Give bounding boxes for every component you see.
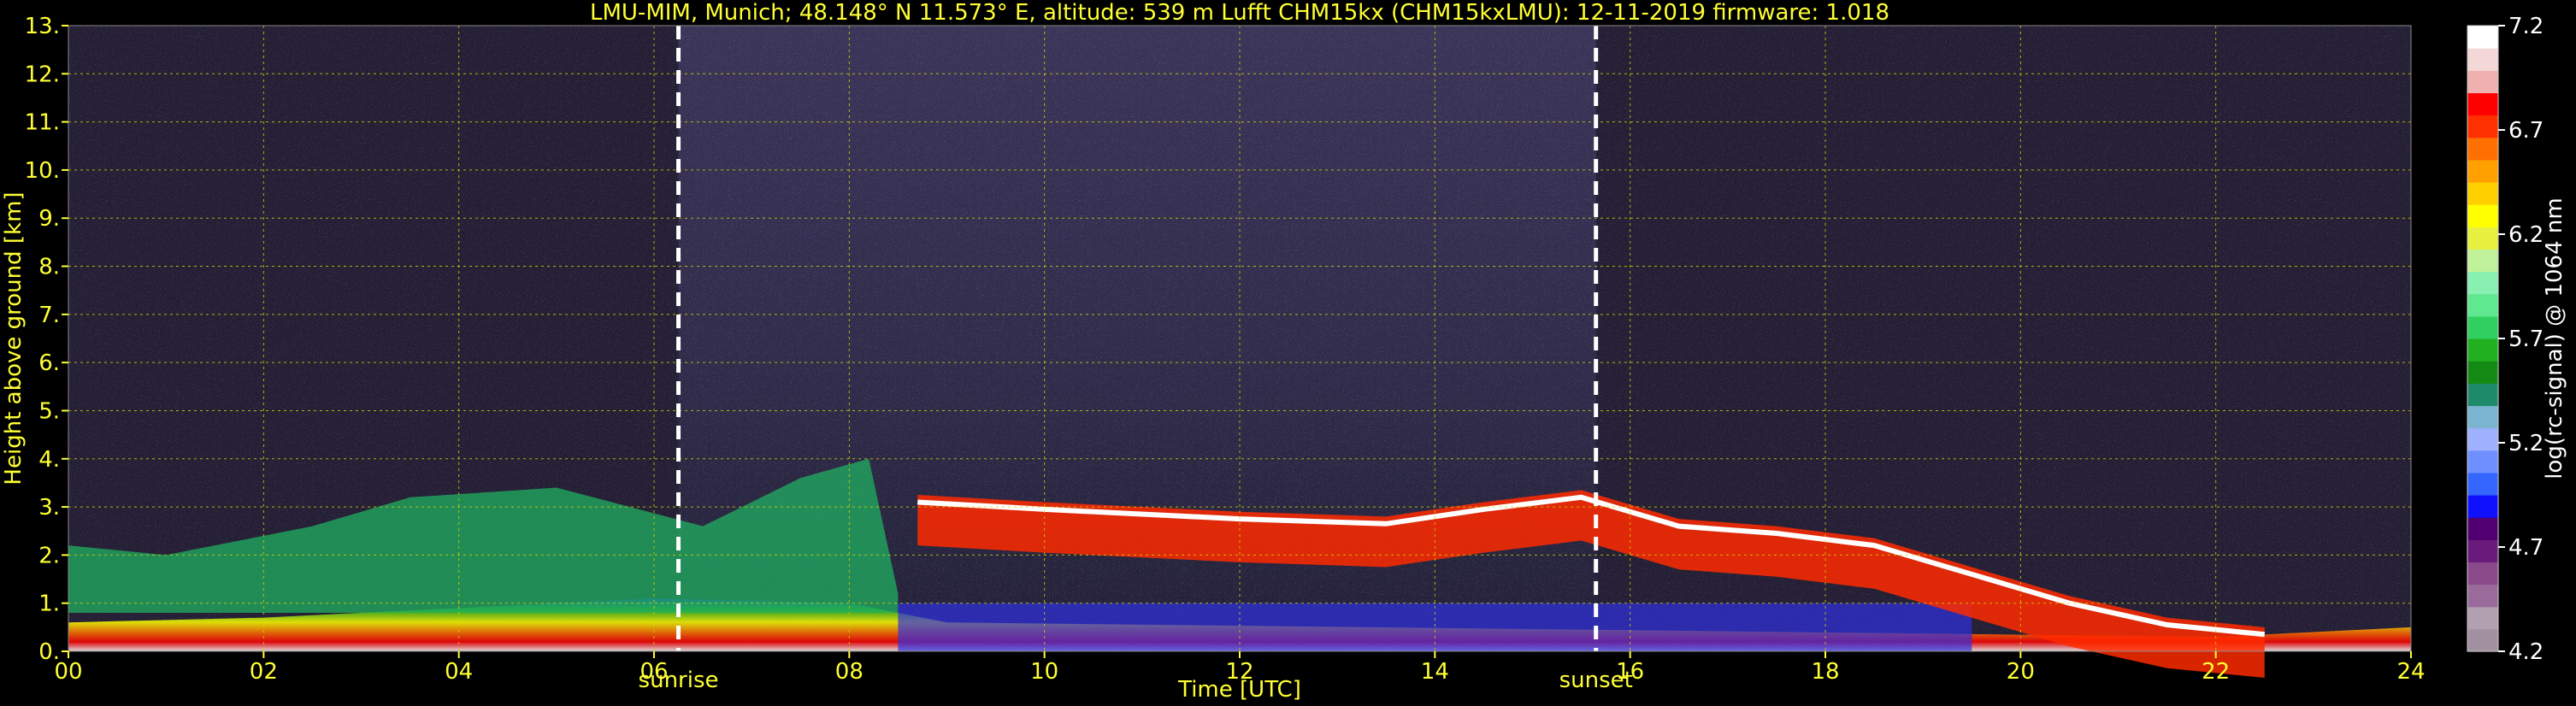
colorbar-segment <box>2467 472 2498 496</box>
colorbar-segment <box>2467 227 2498 250</box>
colorbar-tick-label: 6.7 <box>2508 118 2544 144</box>
y-axis-label: Height above ground [km] <box>1 191 27 485</box>
y-tick-label: 12. <box>25 62 60 87</box>
colorbar-segment <box>2467 182 2498 205</box>
colorbar-segment <box>2467 137 2498 161</box>
x-tick-label: 08 <box>835 659 864 685</box>
y-tick-label: 5. <box>38 398 60 424</box>
x-axis-label: Time [UTC] <box>1177 677 1301 703</box>
colorbar-segment <box>2467 383 2498 407</box>
colorbar-label: log(rc-signal) @ 1064 nm <box>2542 197 2567 479</box>
colorbar-segment <box>2467 26 2498 49</box>
x-tick-label: 24 <box>2396 659 2425 685</box>
plot-area: sunrise sunset <box>68 25 2412 693</box>
y-tick-label: 8. <box>38 255 60 280</box>
colorbar-segment <box>2467 204 2498 227</box>
colorbar-segment <box>2467 405 2498 429</box>
x-tick-label: 14 <box>1421 659 1449 685</box>
colorbar-segment <box>2467 70 2498 94</box>
colorbar-segment <box>2467 495 2498 518</box>
x-tick-label: 06 <box>640 659 668 685</box>
colorbar-segment <box>2467 249 2498 273</box>
colorbar-tick-label: 7.2 <box>2508 14 2544 39</box>
colorbar-segment <box>2467 115 2498 138</box>
y-tick-label: 7. <box>38 303 60 328</box>
colorbar-segment <box>2467 92 2498 116</box>
y-tick-label: 1. <box>38 591 60 617</box>
x-tick-label: 16 <box>1616 659 1644 685</box>
colorbar-tick-label: 4.2 <box>2508 639 2544 665</box>
x-tick-label: 20 <box>2007 659 2035 685</box>
y-tick-label: 4. <box>38 447 60 473</box>
y-tick-label: 3. <box>38 495 60 521</box>
y-tick-label: 13. <box>25 14 60 39</box>
colorbar-segment <box>2467 293 2498 317</box>
colorbar-segment <box>2467 628 2498 652</box>
y-tick-label: 9. <box>38 206 60 232</box>
colorbar-segment <box>2467 361 2498 384</box>
colorbar-segment <box>2467 159 2498 183</box>
chart-title: LMU-MIM, Munich; 48.148° N 11.573° E, al… <box>590 0 1889 26</box>
y-tick-label: 11. <box>25 110 60 136</box>
colorbar-segment <box>2467 539 2498 563</box>
colorbar-tick-label: 5.7 <box>2508 327 2544 352</box>
colorbar-segment <box>2467 48 2498 71</box>
colorbar-segment <box>2467 606 2498 630</box>
x-tick-label: 10 <box>1030 659 1058 685</box>
colorbar-segment <box>2467 584 2498 608</box>
x-tick-label: 04 <box>445 659 473 685</box>
colorbar-segment <box>2467 271 2498 295</box>
y-tick-label: 2. <box>38 543 60 568</box>
colorbar-segment <box>2467 427 2498 451</box>
x-tick-label: 22 <box>2202 659 2230 685</box>
colorbar-tick-label: 4.7 <box>2508 535 2544 561</box>
colorbar-segment <box>2467 315 2498 339</box>
x-tick-label: 02 <box>250 659 278 685</box>
y-tick-label: 0. <box>38 639 60 665</box>
colorbar-segment <box>2467 517 2498 540</box>
colorbar-segment <box>2467 450 2498 474</box>
colorbar-segment <box>2467 562 2498 585</box>
y-tick-label: 10. <box>25 158 60 184</box>
ceilometer-chart: sunrise sunset 00 02 04 06 08 10 12 14 16 18 20 22 24… <box>1 0 2567 703</box>
x-tick-label: 18 <box>1811 659 1839 685</box>
colorbar: 7.2 6.7 6.2 5.7 5.2 4.7 4.2 <box>2467 14 2544 665</box>
y-tick-label: 6. <box>38 350 60 376</box>
colorbar-tick-label: 6.2 <box>2508 222 2544 248</box>
colorbar-segment <box>2467 338 2498 362</box>
colorbar-tick-label: 5.2 <box>2508 431 2544 456</box>
